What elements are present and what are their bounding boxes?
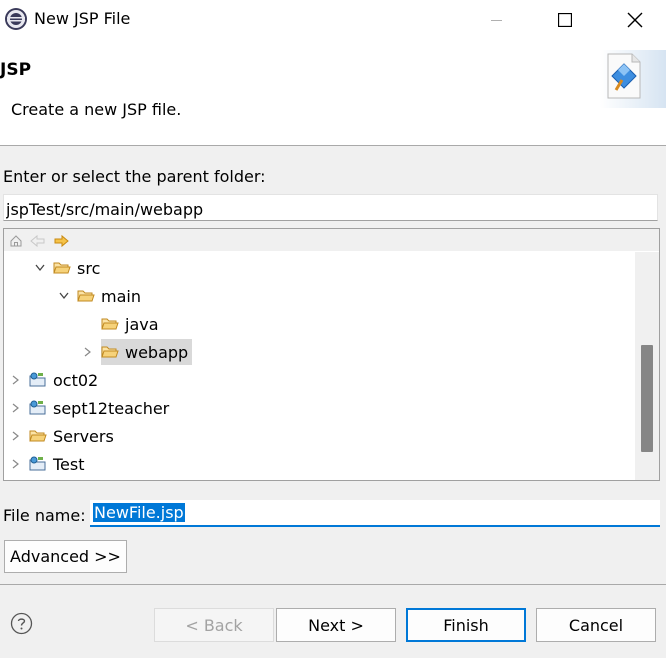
tree-item-sept12teacher[interactable]: sept12teacher <box>9 394 171 422</box>
selection-highlight: webapp <box>101 339 193 365</box>
folder-icon <box>101 316 119 332</box>
banner-title: JSP <box>0 60 32 80</box>
home-icon[interactable] <box>8 233 24 249</box>
minimize-button[interactable] <box>474 0 520 40</box>
file-name-input[interactable]: NewFile.jsp <box>90 500 660 527</box>
parent-folder-label: Enter or select the parent folder: <box>3 167 266 186</box>
project-icon <box>29 400 47 416</box>
tree-item-label: sept12teacher <box>53 398 170 418</box>
help-icon[interactable] <box>10 612 33 635</box>
window-title: New JSP File <box>34 9 131 28</box>
chevron-right-icon[interactable] <box>81 345 95 359</box>
forward-arrow-icon[interactable] <box>53 233 69 249</box>
separator <box>0 584 666 585</box>
tree-item-test[interactable]: Test <box>9 450 87 478</box>
close-icon <box>627 12 643 28</box>
parent-folder-input[interactable] <box>3 194 658 221</box>
tree-item-main[interactable]: main <box>57 282 143 310</box>
tree-item-label: main <box>101 286 141 306</box>
maximize-button[interactable] <box>542 0 588 40</box>
folder-icon <box>53 260 71 276</box>
close-button[interactable] <box>612 0 658 40</box>
cancel-button[interactable]: Cancel <box>536 608 656 642</box>
chevron-right-icon[interactable] <box>9 457 23 471</box>
chevron-right-icon[interactable] <box>9 429 23 443</box>
back-button[interactable]: < Back <box>154 608 274 642</box>
chevron-down-icon[interactable] <box>33 261 47 275</box>
folder-icon <box>101 344 119 360</box>
eclipse-icon <box>4 7 28 31</box>
finish-button[interactable]: Finish <box>406 608 526 642</box>
tree-item-java[interactable]: java <box>81 310 161 338</box>
chevron-right-icon[interactable] <box>9 373 23 387</box>
jsp-wizard-icon <box>600 50 666 108</box>
project-icon <box>29 372 47 388</box>
tree-item-label: src <box>77 258 101 278</box>
file-name-value: NewFile.jsp <box>93 503 185 522</box>
tree-scrollbar-thumb[interactable] <box>641 345 653 452</box>
wizard-banner <box>0 40 666 146</box>
advanced-button[interactable]: Advanced >> <box>4 540 127 573</box>
maximize-icon <box>558 13 572 27</box>
tree-item-label: java <box>125 314 159 334</box>
tree-item-label: Servers <box>53 426 114 446</box>
tree-item-label: webapp <box>125 342 189 362</box>
tree-toolbar <box>4 229 659 251</box>
back-arrow-icon[interactable] <box>30 233 46 249</box>
minimize-icon <box>491 20 502 21</box>
tree-item-label: Test <box>53 454 85 474</box>
tree-item-webapp[interactable]: webapp <box>81 338 193 366</box>
banner-description: Create a new JSP file. <box>11 100 182 119</box>
tree-item-oct02[interactable]: oct02 <box>9 366 100 394</box>
chevron-right-icon[interactable] <box>9 401 23 415</box>
folder-icon <box>29 428 47 444</box>
tree-item-label: oct02 <box>53 370 99 390</box>
file-name-label: File name: <box>3 506 86 525</box>
tree-item-servers[interactable]: Servers <box>9 422 116 450</box>
folder-icon <box>77 288 95 304</box>
next-button[interactable]: Next > <box>276 608 396 642</box>
tree-item-src[interactable]: src <box>33 254 102 282</box>
project-icon <box>29 456 47 472</box>
chevron-down-icon[interactable] <box>57 289 71 303</box>
